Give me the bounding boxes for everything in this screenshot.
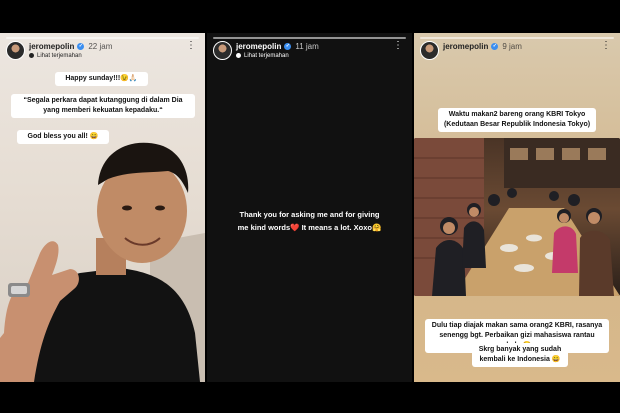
sticker-title: Waktu makan2 bareng orang KBRI Tokyo (Ke…: [438, 108, 596, 132]
progress-bar: [420, 37, 614, 39]
story-message: Thank you for asking me and for giving m…: [225, 208, 394, 234]
username[interactable]: jeromepolin ✓ 9 jam: [443, 42, 522, 51]
post-time: 11 jam: [295, 42, 319, 51]
story-panel-1[interactable]: jeromepolin ✓ 22 jam Lihat terjemahan ⋮ Ha…: [0, 33, 205, 382]
translate-link[interactable]: Lihat terjemahan: [236, 53, 289, 59]
post-time: 9 jam: [502, 42, 522, 51]
photo-illustration: [414, 138, 620, 296]
sticker-now: Skrg banyak yang sudah kembali ke Indone…: [472, 343, 568, 367]
more-options-icon[interactable]: ⋮: [393, 41, 403, 51]
story-header: jeromepolin ✓ 22 jam Lihat terjemahan ⋮: [6, 41, 199, 65]
username-text[interactable]: jeromepolin: [236, 42, 281, 51]
message-line-1: Thank you for asking me and for giving: [239, 210, 380, 219]
translate-label: Lihat terjemahan: [244, 53, 289, 60]
message-line-2: me kind words❤️ It means a lot. Xoxo🤗: [225, 221, 394, 234]
verified-badge-icon: ✓: [491, 43, 499, 51]
avatar[interactable]: [213, 41, 232, 60]
title-line-2: (Kedutaan Besar Republik Indonesia Tokyo…: [443, 121, 591, 128]
username-text[interactable]: jeromepolin: [29, 42, 74, 51]
more-options-icon[interactable]: ⋮: [186, 41, 196, 51]
story-header: jeromepolin ✓ 11 jam Lihat terjemahan ⋮: [213, 41, 406, 65]
verified-badge-icon: ✓: [77, 43, 85, 51]
progress-bar: [6, 37, 199, 39]
message-text-b: It means a lot. Xoxo🤗: [299, 223, 382, 232]
username[interactable]: jeromepolin ✓ 11 jam: [236, 42, 319, 51]
story-panel-3[interactable]: jeromepolin ✓ 9 jam ⋮ Waktu makan2 bareng …: [414, 33, 620, 382]
progress-bar: [213, 37, 406, 39]
more-options-icon[interactable]: ⋮: [601, 41, 611, 51]
message-text-a: me kind words: [237, 223, 291, 232]
translate-icon: [29, 53, 34, 58]
translate-icon: [236, 53, 241, 58]
group-dinner-photo: [414, 138, 620, 296]
post-time: 22 jam: [88, 42, 113, 51]
title-line-1: Waktu makan2 bareng orang KBRI Tokyo: [448, 111, 586, 118]
verified-badge-icon: ✓: [284, 43, 292, 51]
avatar[interactable]: [420, 41, 439, 60]
translate-label: Lihat terjemahan: [37, 53, 82, 60]
translate-link[interactable]: Lihat terjemahan: [29, 53, 82, 59]
username-text[interactable]: jeromepolin: [443, 42, 488, 51]
username[interactable]: jeromepolin ✓ 22 jam: [29, 42, 112, 51]
avatar[interactable]: [6, 41, 25, 60]
sticker-bible-quote: “Segala perkara dapat kutanggung di dala…: [11, 94, 195, 118]
heart-icon: ❤️: [290, 223, 300, 232]
sticker-god-bless: God bless you all! 😄: [17, 130, 109, 144]
story-header: jeromepolin ✓ 9 jam ⋮: [420, 41, 614, 65]
sticker-happy-sunday: Happy sunday!!!😉🙏🏻: [55, 72, 148, 86]
story-panel-2[interactable]: jeromepolin ✓ 11 jam Lihat terjemahan ⋮ Th…: [207, 33, 412, 382]
